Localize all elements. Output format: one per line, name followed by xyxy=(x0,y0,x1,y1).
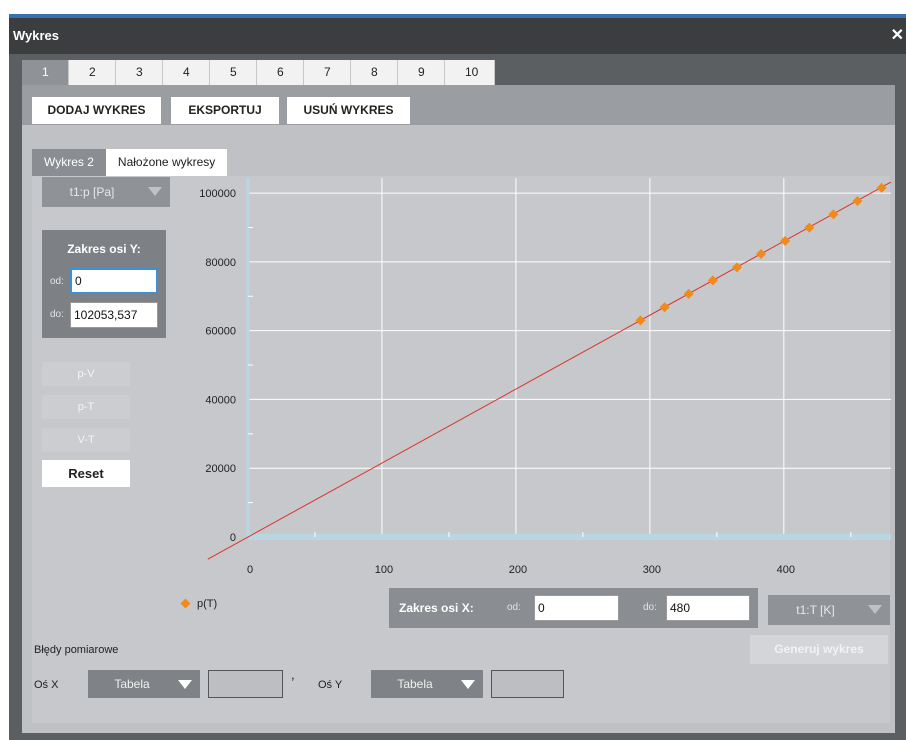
x-errors-input[interactable] xyxy=(208,670,283,698)
data-markers xyxy=(635,182,887,326)
chevron-down-icon xyxy=(868,605,882,614)
x-range-panel: Zakres osi X: od: do: xyxy=(389,588,758,628)
measurement-errors-label: Błędy pomiarowe xyxy=(34,644,119,656)
chart-plot: 0 20000 40000 60000 80000 100000 0 100 200 300 400 xyxy=(199,178,892,576)
legend-label: p(T) xyxy=(197,598,218,610)
chevron-down-icon xyxy=(178,680,192,689)
y-tick-label: 20000 xyxy=(205,463,236,475)
trend-line xyxy=(207,181,892,560)
data-point-marker xyxy=(707,275,718,286)
separator-comma: , xyxy=(291,667,295,682)
data-point-marker xyxy=(828,209,839,220)
y-tick-label: 60000 xyxy=(205,326,236,338)
chart-legend: p(T) xyxy=(180,598,218,610)
x-tick-label: 300 xyxy=(643,564,661,576)
axes xyxy=(246,178,891,540)
data-point-marker xyxy=(780,235,791,246)
generate-chart-button[interactable]: Generuj wykres xyxy=(750,635,888,664)
data-point-marker xyxy=(659,302,670,313)
data-point-marker xyxy=(635,315,646,326)
data-point-marker xyxy=(731,262,742,273)
data-point-marker xyxy=(804,222,815,233)
y-tick-label: 80000 xyxy=(205,257,236,269)
y-tick-label: 100000 xyxy=(199,188,236,200)
tick-labels: 0 20000 40000 60000 80000 100000 0 100 200 300 400 xyxy=(199,188,795,576)
data-point-marker xyxy=(876,182,887,193)
y-errors-dropdown[interactable]: Tabela xyxy=(371,670,483,698)
data-point-marker xyxy=(756,248,767,259)
x-tick-label: 0 xyxy=(247,564,253,576)
x-to-label: do: xyxy=(643,602,657,613)
y-tick-label: 0 xyxy=(230,532,236,544)
x-from-input[interactable] xyxy=(534,595,619,621)
x-variable-dropdown[interactable]: t1:T [K] xyxy=(768,595,890,625)
x-tick-label: 400 xyxy=(777,564,795,576)
chevron-down-icon xyxy=(461,680,475,689)
x-to-input[interactable] xyxy=(666,595,750,621)
y-errors-input[interactable] xyxy=(491,670,564,698)
x-range-title: Zakres osi X: xyxy=(399,601,474,615)
x-tick-label: 100 xyxy=(375,564,393,576)
x-variable-value: t1:T [K] xyxy=(796,603,835,617)
axis-x-label: Oś X xyxy=(34,679,59,691)
legend-marker-icon xyxy=(180,598,191,609)
grid-lines xyxy=(248,178,891,537)
y-tick-label: 40000 xyxy=(205,394,236,406)
x-errors-dropdown[interactable]: Tabela xyxy=(88,670,200,698)
y-errors-value: Tabela xyxy=(397,677,433,691)
x-errors-value: Tabela xyxy=(114,677,150,691)
x-from-label: od: xyxy=(507,602,521,613)
axis-y-label: Oś Y xyxy=(318,679,343,691)
data-point-marker xyxy=(683,288,694,299)
data-point-marker xyxy=(852,195,863,206)
x-tick-label: 200 xyxy=(509,564,527,576)
